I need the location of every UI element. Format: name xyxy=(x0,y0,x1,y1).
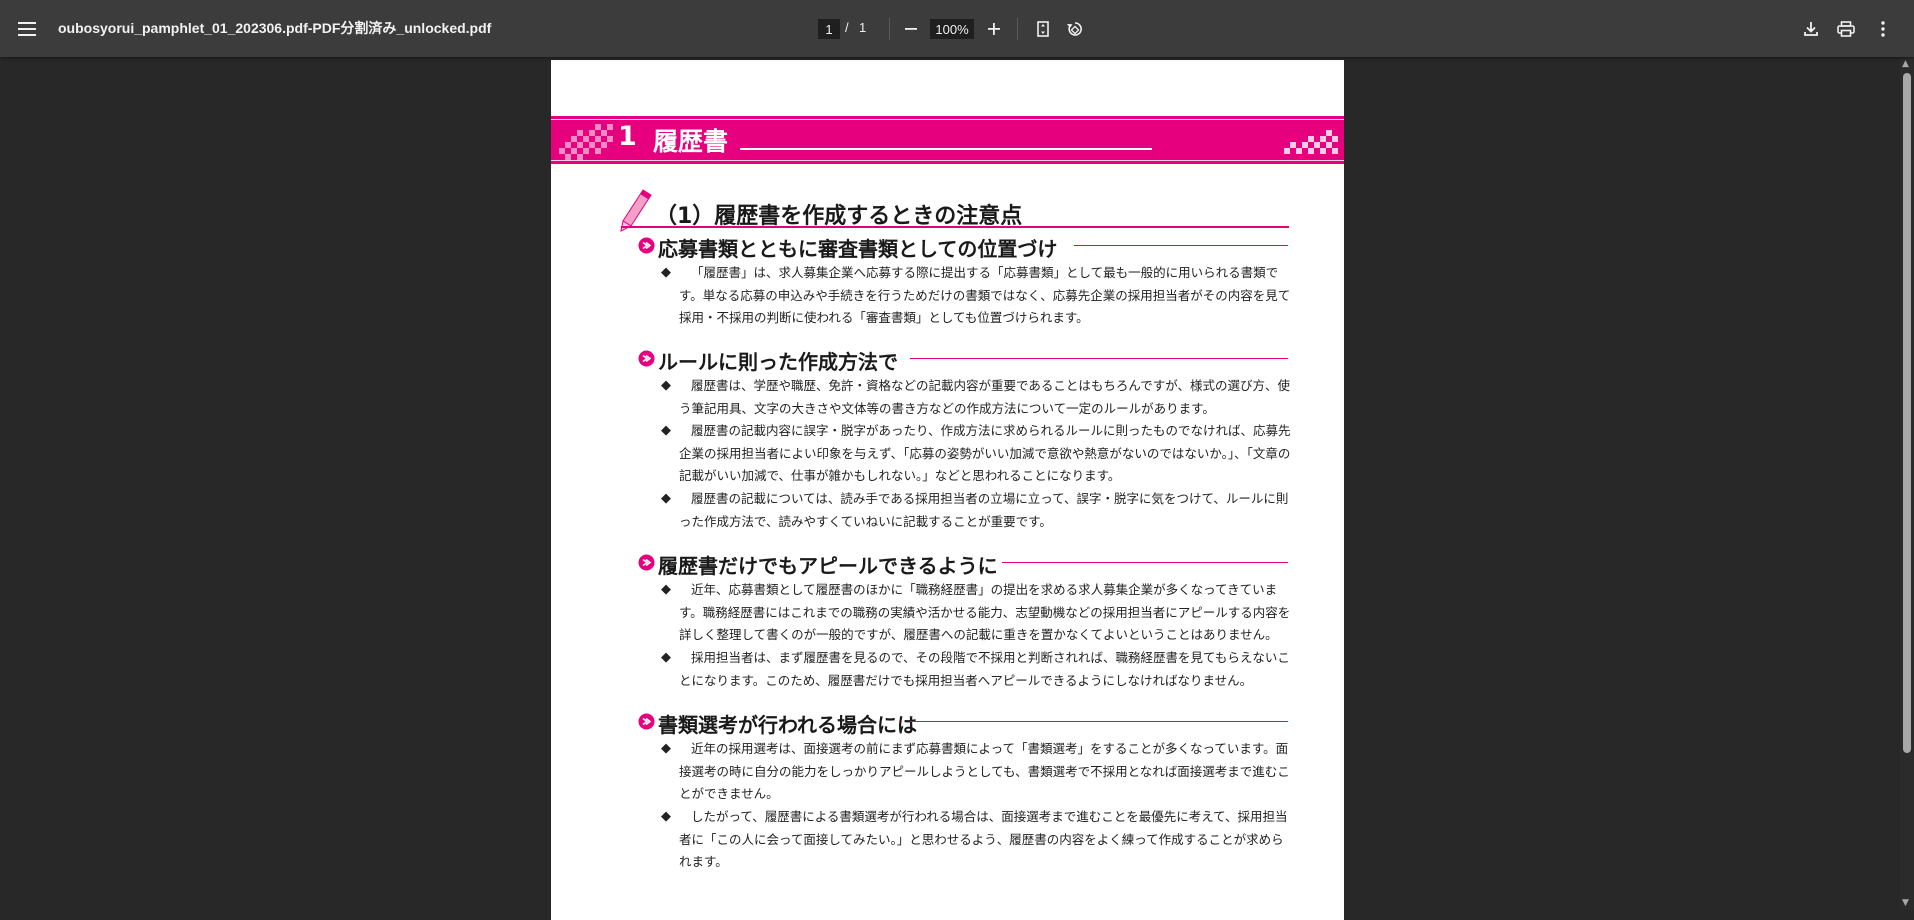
arrow-circle-icon xyxy=(638,554,655,571)
list-item-text: 採用担当者は、まず履歴書を見るので、その段階で不採用と判断されれば、職務経歴書を… xyxy=(679,650,1290,688)
list-item-text: 履歴書の記載については、読み手である採用担当者の立場に立って、誤字・脱字に気をつ… xyxy=(679,491,1289,529)
fit-page-icon xyxy=(1037,21,1049,37)
arrow-circle-icon xyxy=(638,237,655,254)
list-item: ◆ 採用担当者は、まず履歴書を見るので、その段階で不採用と判断されれば、職務経歴… xyxy=(661,647,1291,692)
subsection-rule xyxy=(1074,245,1288,246)
subsection-rule xyxy=(910,358,1288,359)
plus-icon xyxy=(988,23,1000,35)
menu-icon[interactable] xyxy=(10,12,44,46)
page-number-input[interactable] xyxy=(818,19,840,39)
subsection-header: 応募書類とともに審査書類としての位置づけ xyxy=(638,233,1288,261)
list-item: ◆ 「履歴書」は、求人募集企業へ応募する際に提出する「応募書類」として最も一般的… xyxy=(661,262,1291,330)
bullet-mark: ◆ xyxy=(661,809,671,824)
toolbar-divider xyxy=(889,18,890,40)
vertical-scrollbar[interactable]: ▲ ▼ xyxy=(1900,57,1914,910)
pdf-page: 1 履歴書 （1）履歴書を作成するときの注意点 応募書類とともに審査書類としての… xyxy=(551,60,1344,920)
subsection-title: 書類選考が行われる場合には xyxy=(658,713,917,737)
chapter-header-band: 1 履歴書 xyxy=(551,116,1344,164)
bullet-mark: ◆ xyxy=(661,582,671,597)
section-header: （1）履歴書を作成するときの注意点 xyxy=(619,188,1289,232)
chapter-title: 履歴書 xyxy=(653,127,729,156)
chapter-number: 1 xyxy=(618,121,637,152)
bullet-mark: ◆ xyxy=(661,491,671,506)
bullet-mark: ◆ xyxy=(661,741,671,756)
list-item-text: 履歴書の記載内容に誤字・脱字があったり、作成方法に求められるルールに則ったもので… xyxy=(679,423,1291,483)
list-item: ◆ 近年の採用選考は、面接選考の前にまず応募書類によって「書類選考」をすることが… xyxy=(661,738,1291,806)
arrow-circle-icon xyxy=(638,350,655,367)
scroll-up-arrow-icon[interactable]: ▲ xyxy=(1902,59,1909,69)
pdf-toolbar: oubosyorui_pamphlet_01_202306.pdf-PDF分割済… xyxy=(0,0,1914,57)
subsection-title: 履歴書だけでもアピールできるように xyxy=(658,554,998,578)
zoom-in-button[interactable] xyxy=(977,12,1011,46)
list-item: ◆ 近年、応募書類として履歴書のほかに「職務経歴書」の提出を求める求人募集企業が… xyxy=(661,579,1291,647)
fit-page-button[interactable] xyxy=(1026,12,1060,46)
arrow-circle-icon xyxy=(638,713,655,730)
list-item-text: 近年の採用選考は、面接選考の前にまず応募書類によって「書類選考」をすることが多く… xyxy=(679,741,1290,801)
checker-pattern-icon xyxy=(559,124,613,160)
list-item-text: 近年、応募書類として履歴書のほかに「職務経歴書」の提出を求める求人募集企業が多く… xyxy=(679,582,1291,642)
page-total: 1 xyxy=(859,20,867,35)
list-item-text: 履歴書は、学歴や職歴、免許・資格などの記載内容が重要であることはもちろんですが、… xyxy=(679,378,1291,416)
scrollbar-thumb[interactable] xyxy=(1903,73,1911,753)
print-button[interactable] xyxy=(1829,12,1863,46)
bullet-mark: ◆ xyxy=(661,423,671,438)
list-item: ◆ 履歴書の記載については、読み手である採用担当者の立場に立って、誤字・脱字に気… xyxy=(661,488,1291,533)
subsection-title: 応募書類とともに審査書類としての位置づけ xyxy=(658,237,1058,261)
list-item: ◆ したがって、履歴書による書類選考が行われる場合は、面接選考まで進むことを最優… xyxy=(661,806,1291,874)
toolbar-divider xyxy=(1017,18,1018,40)
page-separator: / xyxy=(845,20,849,35)
checker-pattern-icon xyxy=(1284,130,1338,154)
rotate-icon xyxy=(1067,22,1082,36)
minus-icon xyxy=(905,28,917,30)
subsection-header: 書類選考が行われる場合には xyxy=(638,709,1288,737)
download-button[interactable] xyxy=(1794,12,1828,46)
list-item: ◆ 履歴書の記載内容に誤字・脱字があったり、作成方法に求められるルールに則ったも… xyxy=(661,420,1291,488)
download-icon xyxy=(1804,22,1818,36)
zoom-level-input[interactable] xyxy=(930,19,974,39)
scroll-down-arrow-icon[interactable]: ▼ xyxy=(1902,898,1909,908)
document-title: oubosyorui_pamphlet_01_202306.pdf-PDF分割済… xyxy=(58,20,492,36)
subsection-title: ルールに則った作成方法で xyxy=(658,350,898,374)
subsection-header: ルールに則った作成方法で xyxy=(638,346,1288,374)
list-item: ◆ 履歴書は、学歴や職歴、免許・資格などの記載内容が重要であることはもちろんです… xyxy=(661,375,1291,420)
section-title-rule xyxy=(621,226,1289,228)
list-item-text: 「履歴書」は、求人募集企業へ応募する際に提出する「応募書類」として最も一般的に用… xyxy=(679,265,1291,325)
bullet-mark: ◆ xyxy=(661,265,671,280)
subsection-header: 履歴書だけでもアピールできるように xyxy=(638,550,1288,578)
more-vert-icon xyxy=(1881,21,1885,37)
subsection-rule xyxy=(910,721,1288,722)
subsection-rule xyxy=(1002,562,1288,563)
bullet-mark: ◆ xyxy=(661,378,671,393)
bullet-mark: ◆ xyxy=(661,650,671,665)
list-item-text: したがって、履歴書による書類選考が行われる場合は、面接選考まで進むことを最優先に… xyxy=(679,809,1288,869)
chapter-title-rule xyxy=(740,148,1152,150)
zoom-out-button[interactable] xyxy=(894,12,928,46)
rotate-button[interactable] xyxy=(1058,12,1092,46)
more-options-button[interactable] xyxy=(1866,12,1900,46)
print-icon xyxy=(1837,21,1855,37)
